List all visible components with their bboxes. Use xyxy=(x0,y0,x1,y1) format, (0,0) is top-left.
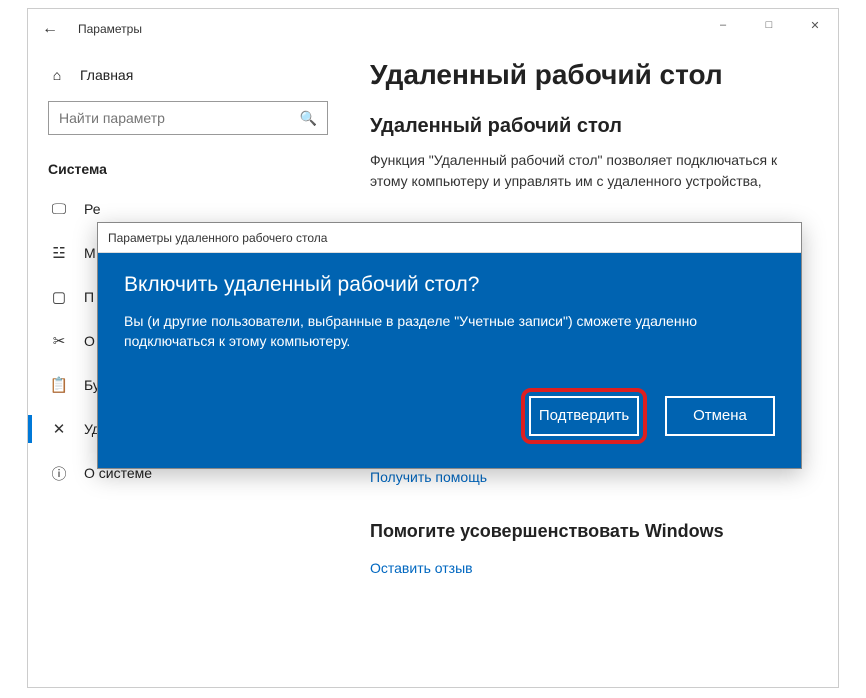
feedback-heading: Помогите усовершенствовать Windows xyxy=(370,521,808,542)
display-icon: 🖵 xyxy=(48,201,70,218)
titlebar: ← Параметры – □ ✕ xyxy=(28,9,838,49)
sidebar-item-label: Ре xyxy=(84,201,101,217)
window-controls: – □ ✕ xyxy=(700,9,838,41)
remote-desktop-icon: ✕ xyxy=(48,420,70,438)
sidebar-section-header: Система xyxy=(48,161,328,177)
dialog-text: Вы (и другие пользователи, выбранные в р… xyxy=(124,311,764,352)
project-icon: ▢ xyxy=(48,288,70,306)
shared-icon: ✂ xyxy=(48,332,70,350)
section-heading-remote: Удаленный рабочий стол xyxy=(370,115,808,138)
dialog-title: Параметры удаленного рабочего стола xyxy=(108,231,327,245)
confirm-highlight: Подтвердить xyxy=(521,388,647,444)
home-label: Главная xyxy=(80,67,133,83)
close-button[interactable]: ✕ xyxy=(792,9,838,41)
help-link[interactable]: Получить помощь xyxy=(370,469,487,485)
home-icon: ⌂ xyxy=(48,67,66,83)
sidebar-item-label: О xyxy=(84,333,95,349)
section-description: Функция "Удаленный рабочий стол" позволя… xyxy=(370,150,800,192)
dialog-titlebar: Параметры удаленного рабочего стола xyxy=(98,223,801,253)
clipboard-icon: 📋 xyxy=(48,376,70,394)
window-title: Параметры xyxy=(78,22,142,36)
search-icon: 🔍 xyxy=(300,110,317,127)
dialog-button-row: Подтвердить Отмена xyxy=(124,388,775,444)
confirm-dialog: Параметры удаленного рабочего стола Вклю… xyxy=(97,222,802,469)
search-input[interactable] xyxy=(59,110,300,126)
sidebar-item-label: М xyxy=(84,245,96,261)
confirm-button[interactable]: Подтвердить xyxy=(529,396,639,436)
dialog-heading: Включить удаленный рабочий стол? xyxy=(124,273,775,297)
info-icon: ⓘ xyxy=(48,463,70,484)
back-icon[interactable]: ← xyxy=(40,20,60,38)
cancel-button[interactable]: Отмена xyxy=(665,396,775,436)
dialog-body: Включить удаленный рабочий стол? Вы (и д… xyxy=(98,253,801,468)
feedback-link[interactable]: Оставить отзыв xyxy=(370,560,473,576)
multitask-icon: ☳ xyxy=(48,244,70,262)
maximize-button[interactable]: □ xyxy=(746,9,792,41)
minimize-button[interactable]: – xyxy=(700,9,746,41)
sidebar-item-label: П xyxy=(84,289,94,305)
sidebar-home[interactable]: ⌂ Главная xyxy=(48,67,328,83)
page-title: Удаленный рабочий стол xyxy=(370,59,808,91)
search-input-wrap[interactable]: 🔍 xyxy=(48,101,328,135)
